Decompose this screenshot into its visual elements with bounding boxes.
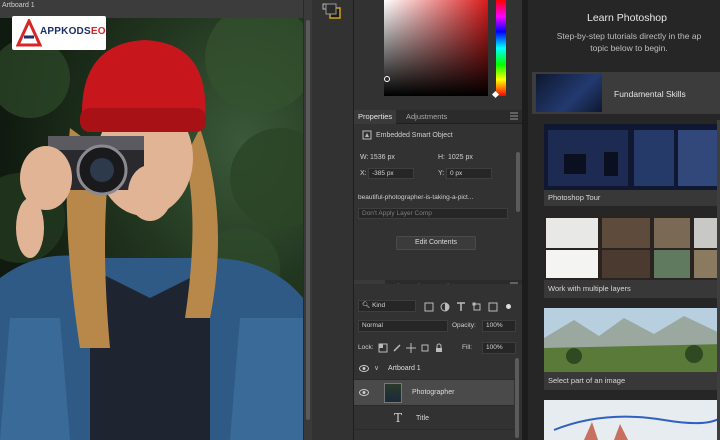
height-label: H: xyxy=(438,154,445,161)
panel-column: Properties Adjustments Embedded Smart Ob… xyxy=(354,0,522,440)
tutorial-thumbnail xyxy=(544,308,720,372)
learn-title: Learn Photoshop xyxy=(587,12,667,24)
filter-adjustment-icon[interactable] xyxy=(440,302,450,312)
color-field-marker[interactable] xyxy=(384,76,390,82)
layer-name: Artboard 1 xyxy=(388,365,421,372)
tutorial-card-photoshop-tour[interactable]: Photoshop Tour xyxy=(544,124,720,206)
width-value[interactable]: 1536 px xyxy=(370,154,395,161)
tutorial-card-multiple-layers[interactable]: Work with multiple layers xyxy=(544,216,720,298)
layer-filter-value: Kind xyxy=(372,302,386,309)
tutorial-caption: Photoshop Tour xyxy=(548,193,601,202)
tool-column xyxy=(312,0,354,440)
tutorial-caption: Select part of an image xyxy=(548,376,626,385)
fill-label: Fill: xyxy=(462,344,473,351)
learn-description-line2: topic below to begin. xyxy=(590,43,668,53)
learn-description-line1: Step-by-step tutorials directly in the a… xyxy=(556,31,702,41)
lock-transparent-icon[interactable] xyxy=(378,343,388,353)
fundamental-skills-label: Fundamental Skills xyxy=(614,89,686,99)
fundamental-skills-thumbnail xyxy=(536,74,602,112)
visibility-eye-icon[interactable] xyxy=(359,388,369,397)
lock-artboard-icon[interactable] xyxy=(420,343,430,353)
filter-shape-icon[interactable] xyxy=(472,302,482,312)
layer-name: Title xyxy=(416,415,429,422)
hue-slider[interactable] xyxy=(496,0,506,96)
linked-filename: beautiful-photographer-is-taking-a-pict.… xyxy=(358,194,474,201)
text-layer-icon: T xyxy=(394,411,403,425)
photoshop-window: Artboard 1 APPKODSEO Properties Adjustme… xyxy=(0,0,720,440)
color-field[interactable] xyxy=(384,0,488,96)
filter-smart-object-icon[interactable] xyxy=(488,302,498,312)
lock-all-icon[interactable] xyxy=(434,343,444,353)
learn-description: Step-by-step tutorials directly in the a… xyxy=(534,30,720,54)
tutorial-thumbnail xyxy=(544,216,720,280)
properties-panel: Embedded Smart Object W: 1536 px H: 1025… xyxy=(354,124,522,276)
tab-adjustments[interactable]: Adjustments xyxy=(402,110,451,124)
tab-properties[interactable]: Properties xyxy=(354,110,397,124)
layer-thumbnail xyxy=(384,383,402,403)
foreground-background-color-icon[interactable] xyxy=(320,2,346,24)
brand-logo: APPKODSEO xyxy=(12,16,106,50)
filter-toggle[interactable] xyxy=(506,304,511,309)
learn-panel: Learn Photoshop Step-by-step tutorials d… xyxy=(522,0,720,440)
width-label: W: xyxy=(360,154,369,161)
x-label: X: xyxy=(360,170,367,177)
y-field[interactable]: 0 px xyxy=(446,168,492,179)
lock-move-icon[interactable] xyxy=(406,343,416,353)
photographer-image[interactable] xyxy=(0,18,303,440)
tutorial-card-select-part[interactable]: Select part of an image xyxy=(544,308,720,390)
color-picker-panel xyxy=(354,0,522,104)
layers-scrollbar[interactable] xyxy=(515,358,519,438)
tutorial-card-next[interactable] xyxy=(544,400,720,440)
visibility-eye-icon[interactable] xyxy=(359,364,369,373)
filter-pixel-icon[interactable] xyxy=(424,302,434,312)
document-canvas[interactable]: Artboard 1 APPKODSEO xyxy=(0,0,312,440)
smart-object-icon xyxy=(362,130,372,140)
fill-field[interactable]: 100% xyxy=(482,342,516,354)
photo-illustration xyxy=(0,18,303,440)
logo-mark-icon xyxy=(16,19,42,47)
layer-name: Photographer xyxy=(412,389,455,396)
edit-contents-button[interactable]: Edit Contents xyxy=(396,236,476,250)
opacity-field[interactable]: 100% xyxy=(482,320,516,332)
layer-row-photographer[interactable]: Photographer xyxy=(354,380,514,406)
artboard-label: Artboard 1 xyxy=(2,2,35,9)
lock-label: Lock: xyxy=(358,344,374,351)
logo-text: APPKODSEO xyxy=(40,26,106,37)
y-label: Y: xyxy=(438,170,445,177)
properties-tabbar: Properties Adjustments xyxy=(354,110,522,124)
layers-panel: 🔍︎ Kind Normal Opacity: 100% Lock: Fill:… xyxy=(354,284,522,440)
tutorial-thumbnail xyxy=(544,400,720,440)
panel-menu-icon[interactable] xyxy=(510,112,518,120)
filter-type-icon[interactable] xyxy=(456,302,466,312)
layer-filter-select[interactable]: 🔍︎ Kind xyxy=(358,300,416,312)
layer-row-artboard[interactable]: ∨ Artboard 1 xyxy=(354,358,514,380)
layer-comp-select[interactable]: Don't Apply Layer Comp xyxy=(358,208,508,219)
properties-scrollbar[interactable] xyxy=(516,152,520,212)
tutorial-thumbnail xyxy=(544,124,720,190)
layer-row-title[interactable]: T Title xyxy=(354,408,514,430)
canvas-scrollbar[interactable] xyxy=(306,20,310,420)
opacity-label: Opacity: xyxy=(452,322,476,329)
x-field[interactable]: -385 px xyxy=(368,168,414,179)
lock-paint-icon[interactable] xyxy=(392,343,402,353)
search-icon: 🔍︎ xyxy=(362,302,371,309)
blend-mode-select[interactable]: Normal xyxy=(358,320,448,332)
chevron-down-icon[interactable]: ∨ xyxy=(374,364,379,372)
tutorial-caption: Work with multiple layers xyxy=(548,284,631,293)
height-value[interactable]: 1025 px xyxy=(448,154,473,161)
smart-object-type: Embedded Smart Object xyxy=(376,132,453,139)
fundamental-skills-card[interactable]: Fundamental Skills xyxy=(532,72,720,114)
